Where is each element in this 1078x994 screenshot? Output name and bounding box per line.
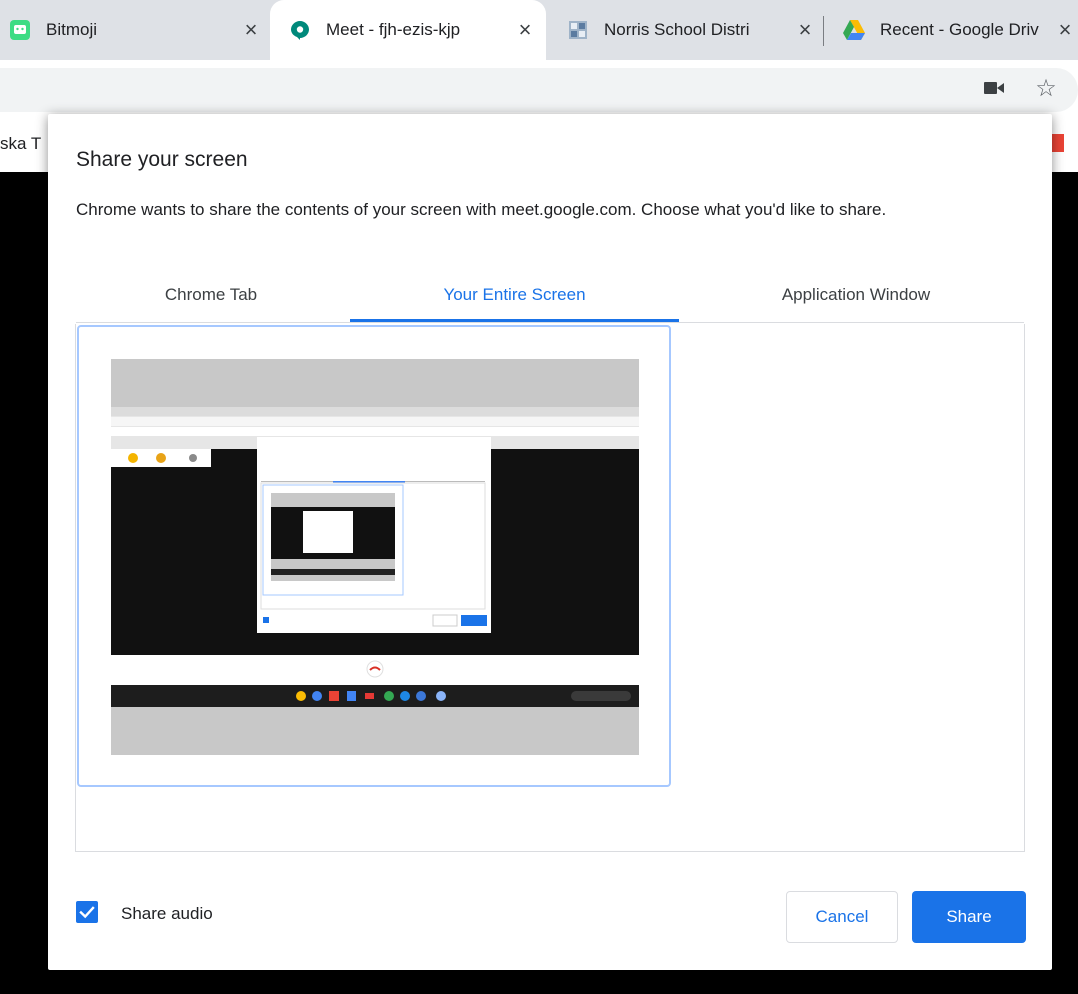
close-icon[interactable]: ×	[792, 17, 818, 43]
dialog-description: Chrome wants to share the contents of yo…	[76, 200, 887, 219]
tab-entire-screen[interactable]: Your Entire Screen	[350, 278, 679, 324]
bookmark-red-icon[interactable]	[1050, 134, 1064, 152]
browser-toolbar: ☆	[0, 60, 1078, 120]
share-audio-label: Share audio	[121, 904, 213, 923]
share-audio-checkbox[interactable]	[76, 901, 98, 923]
cancel-button[interactable]: Cancel	[786, 891, 898, 943]
screen-preview-image	[111, 359, 639, 755]
checkmark-icon	[79, 906, 95, 919]
tabs-divider	[76, 322, 1024, 323]
close-icon[interactable]: ×	[238, 17, 264, 43]
tab-title: Recent - Google Driv	[880, 20, 1039, 39]
screen-thumbnail	[111, 359, 639, 755]
source-tabs: Chrome Tab Your Entire Screen Applicatio…	[76, 278, 1024, 324]
tab-title: Norris School Distri	[604, 20, 750, 39]
tab-title: Bitmoji	[46, 20, 98, 39]
screen-source-tile[interactable]	[77, 325, 671, 787]
tab-title: Meet - fjh-ezis-kjp	[326, 20, 461, 39]
tab-chrome-tab[interactable]: Chrome Tab	[76, 278, 346, 324]
bookmark-item[interactable]: ska T	[0, 134, 41, 154]
bitmoji-icon	[8, 18, 32, 42]
star-icon[interactable]: ☆	[1030, 72, 1062, 104]
camera-icon[interactable]	[984, 81, 1004, 95]
close-icon[interactable]: ×	[512, 17, 538, 43]
share-screen-dialog: Share your screen Chrome wants to share …	[48, 114, 1052, 970]
address-bar[interactable]	[0, 68, 1078, 112]
tab-strip: Bitmoji × Meet - fjh-ezis-kjp × Norris S…	[0, 0, 1078, 60]
browser-tab-bitmoji[interactable]: Bitmoji ×	[8, 0, 264, 60]
share-button[interactable]: Share	[912, 891, 1026, 943]
tab-application-window[interactable]: Application Window	[688, 278, 1024, 324]
google-drive-icon	[842, 18, 866, 42]
google-meet-icon	[288, 18, 312, 42]
norris-school-icon	[566, 18, 590, 42]
close-icon[interactable]: ×	[1052, 17, 1078, 43]
tab-separator	[823, 16, 824, 46]
dialog-title: Share your screen	[76, 148, 248, 171]
browser-tab-meet[interactable]: Meet - fjh-ezis-kjp ×	[270, 0, 546, 60]
browser-tab-norris[interactable]: Norris School Distri ×	[562, 0, 818, 60]
sources-panel	[75, 324, 1025, 852]
browser-tab-drive[interactable]: Recent - Google Driv ×	[842, 0, 1078, 60]
